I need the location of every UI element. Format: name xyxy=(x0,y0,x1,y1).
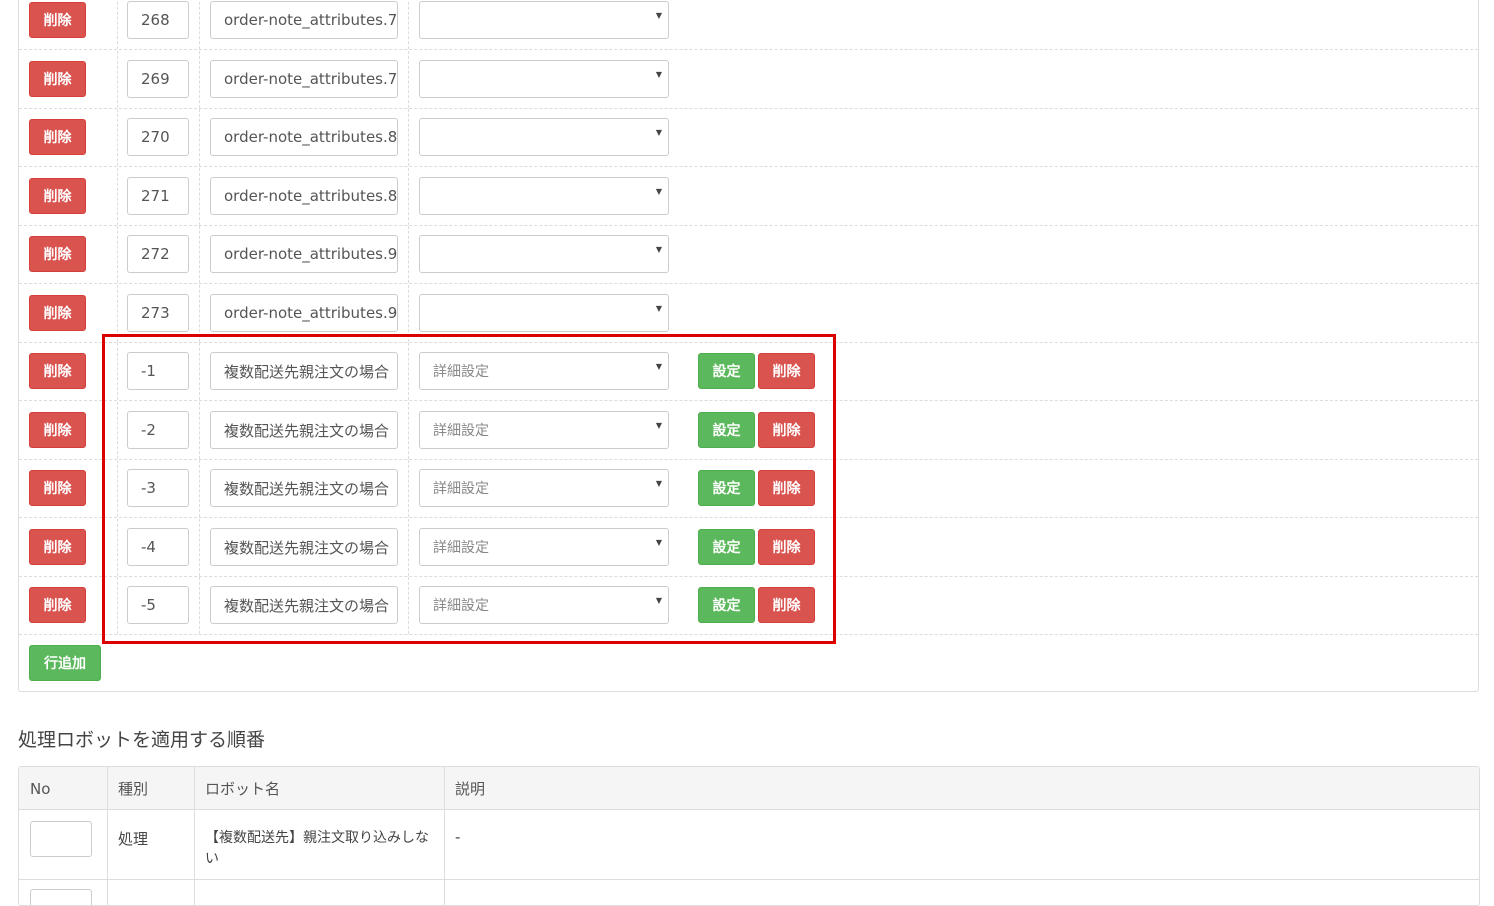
row-setting-select[interactable]: ▼ xyxy=(419,1,669,39)
row-setting-select[interactable]: ▼ xyxy=(419,60,669,98)
row-delete-button[interactable]: 削除 xyxy=(29,529,86,565)
row-field-input[interactable]: order-note_attributes.8 xyxy=(210,177,398,215)
caret-down-icon: ▼ xyxy=(655,538,662,547)
row-delete-button[interactable]: 削除 xyxy=(29,412,86,448)
robot-order-title: 処理ロボットを適用する順番 xyxy=(18,729,266,751)
row-delete-button[interactable]: 削除 xyxy=(29,295,86,331)
row-setting-select-value: 詳細設定 xyxy=(433,481,489,497)
header-no: No xyxy=(30,779,51,798)
row-setting-select-value: 詳細設定 xyxy=(433,364,489,380)
row-field-input[interactable]: order-note_attributes.7 xyxy=(210,60,398,98)
row-delete-button[interactable]: 削除 xyxy=(29,119,86,155)
caret-down-icon: ▼ xyxy=(655,70,662,79)
robot-type: 処理 xyxy=(118,830,149,848)
row-setting-select[interactable]: 詳細設定 ▼ xyxy=(419,352,669,390)
row-number-input[interactable]: -5 xyxy=(127,586,189,624)
row-field-input[interactable]: 複数配送先親注文の場合 xyxy=(210,528,398,566)
row-settings-button[interactable]: 設定 xyxy=(698,529,755,565)
row-number-input[interactable]: -1 xyxy=(127,352,189,390)
caret-down-icon: ▼ xyxy=(655,479,662,488)
row-setting-select[interactable]: ▼ xyxy=(419,177,669,215)
row-field-input[interactable]: order-note_attributes.9 xyxy=(210,294,398,332)
row-settings-button[interactable]: 設定 xyxy=(698,470,755,506)
mapping-row: 削除 -2 複数配送先親注文の場合 詳細設定 ▼ 設定 削除 xyxy=(19,402,1478,460)
row-number-input[interactable]: -4 xyxy=(127,528,189,566)
row-delete-button[interactable]: 削除 xyxy=(29,236,86,272)
row-delete-button[interactable]: 削除 xyxy=(29,353,86,389)
row-field-input[interactable]: 複数配送先親注文の場合 xyxy=(210,469,398,507)
caret-down-icon: ▼ xyxy=(655,187,662,196)
row-field-input[interactable]: 複数配送先親注文の場合 xyxy=(210,352,398,390)
row-field-input[interactable]: order-note_attributes.8 xyxy=(210,118,398,156)
row-field-input[interactable]: order-note_attributes.7 xyxy=(210,1,398,39)
row-setting-delete-button[interactable]: 削除 xyxy=(758,353,815,389)
header-robot-name: ロボット名 xyxy=(205,780,281,798)
caret-down-icon: ▼ xyxy=(655,362,662,371)
row-setting-delete-button[interactable]: 削除 xyxy=(758,587,815,623)
row-field-input[interactable]: 複数配送先親注文の場合 xyxy=(210,586,398,624)
row-delete-button[interactable]: 削除 xyxy=(29,61,86,97)
caret-down-icon: ▼ xyxy=(655,304,662,313)
mapping-row: 削除 -4 複数配送先親注文の場合 詳細設定 ▼ 設定 削除 xyxy=(19,519,1478,577)
mapping-row: 削除 272 order-note_attributes.9 ▼ xyxy=(19,226,1478,284)
mapping-row: 削除 -1 複数配送先親注文の場合 詳細設定 ▼ 設定 削除 xyxy=(19,343,1478,401)
row-settings-button[interactable]: 設定 xyxy=(698,412,755,448)
robot-order-no-input[interactable] xyxy=(30,821,92,857)
row-settings-button[interactable]: 設定 xyxy=(698,353,755,389)
row-number-input[interactable]: 272 xyxy=(127,235,189,273)
mapping-row: 削除 268 order-note_attributes.7 ▼ xyxy=(19,0,1478,50)
row-setting-delete-button[interactable]: 削除 xyxy=(758,529,815,565)
row-setting-select-value: 詳細設定 xyxy=(433,598,489,614)
mapping-row: 削除 269 order-note_attributes.7 ▼ xyxy=(19,51,1478,109)
mapping-row: 削除 271 order-note_attributes.8 ▼ xyxy=(19,168,1478,226)
row-delete-button[interactable]: 削除 xyxy=(29,2,86,38)
row-setting-select[interactable]: 詳細設定 ▼ xyxy=(419,469,669,507)
row-settings-button[interactable]: 設定 xyxy=(698,587,755,623)
robot-description: - xyxy=(455,828,461,846)
robot-name: 【複数配送先】親注文取り込みしない xyxy=(205,830,429,867)
row-setting-select-value: 詳細設定 xyxy=(433,540,489,556)
row-number-input[interactable]: 268 xyxy=(127,1,189,39)
row-setting-delete-button[interactable]: 削除 xyxy=(758,470,815,506)
row-setting-select[interactable]: ▼ xyxy=(419,118,669,156)
mapping-row: 削除 273 order-note_attributes.9 ▼ xyxy=(19,285,1478,343)
row-setting-select-value: 詳細設定 xyxy=(433,423,489,439)
mapping-row: 削除 -3 複数配送先親注文の場合 詳細設定 ▼ 設定 削除 xyxy=(19,460,1478,518)
robot-order-no-input-next[interactable] xyxy=(30,889,92,905)
row-setting-select[interactable]: ▼ xyxy=(419,294,669,332)
row-number-input[interactable]: -3 xyxy=(127,469,189,507)
caret-down-icon: ▼ xyxy=(655,421,662,430)
mapping-row: 削除 -5 複数配送先親注文の場合 詳細設定 ▼ 設定 削除 xyxy=(19,577,1478,635)
row-setting-select[interactable]: 詳細設定 ▼ xyxy=(419,528,669,566)
row-field-input[interactable]: 複数配送先親注文の場合 xyxy=(210,411,398,449)
caret-down-icon: ▼ xyxy=(655,128,662,137)
row-number-input[interactable]: 269 xyxy=(127,60,189,98)
row-field-input[interactable]: order-note_attributes.9 xyxy=(210,235,398,273)
add-row-button[interactable]: 行追加 xyxy=(29,645,101,681)
caret-down-icon: ▼ xyxy=(655,596,662,605)
row-number-input[interactable]: 271 xyxy=(127,177,189,215)
row-number-input[interactable]: -2 xyxy=(127,411,189,449)
caret-down-icon: ▼ xyxy=(655,11,662,20)
row-delete-button[interactable]: 削除 xyxy=(29,178,86,214)
header-type: 種別 xyxy=(118,780,149,798)
row-setting-select[interactable]: ▼ xyxy=(419,235,669,273)
row-number-input[interactable]: 270 xyxy=(127,118,189,156)
row-setting-delete-button[interactable]: 削除 xyxy=(758,412,815,448)
robot-order-table: No 種別 ロボット名 説明 処理 【複数配送先】親注文取り込みしない - xyxy=(18,766,1480,906)
caret-down-icon: ▼ xyxy=(655,245,662,254)
row-number-input[interactable]: 273 xyxy=(127,294,189,332)
row-delete-button[interactable]: 削除 xyxy=(29,470,86,506)
row-setting-select[interactable]: 詳細設定 ▼ xyxy=(419,411,669,449)
header-description: 説明 xyxy=(455,780,486,798)
row-delete-button[interactable]: 削除 xyxy=(29,587,86,623)
row-setting-select[interactable]: 詳細設定 ▼ xyxy=(419,586,669,624)
robot-table-header: No 種別 ロボット名 説明 xyxy=(19,767,1479,810)
mapping-row: 削除 270 order-note_attributes.8 ▼ xyxy=(19,109,1478,167)
